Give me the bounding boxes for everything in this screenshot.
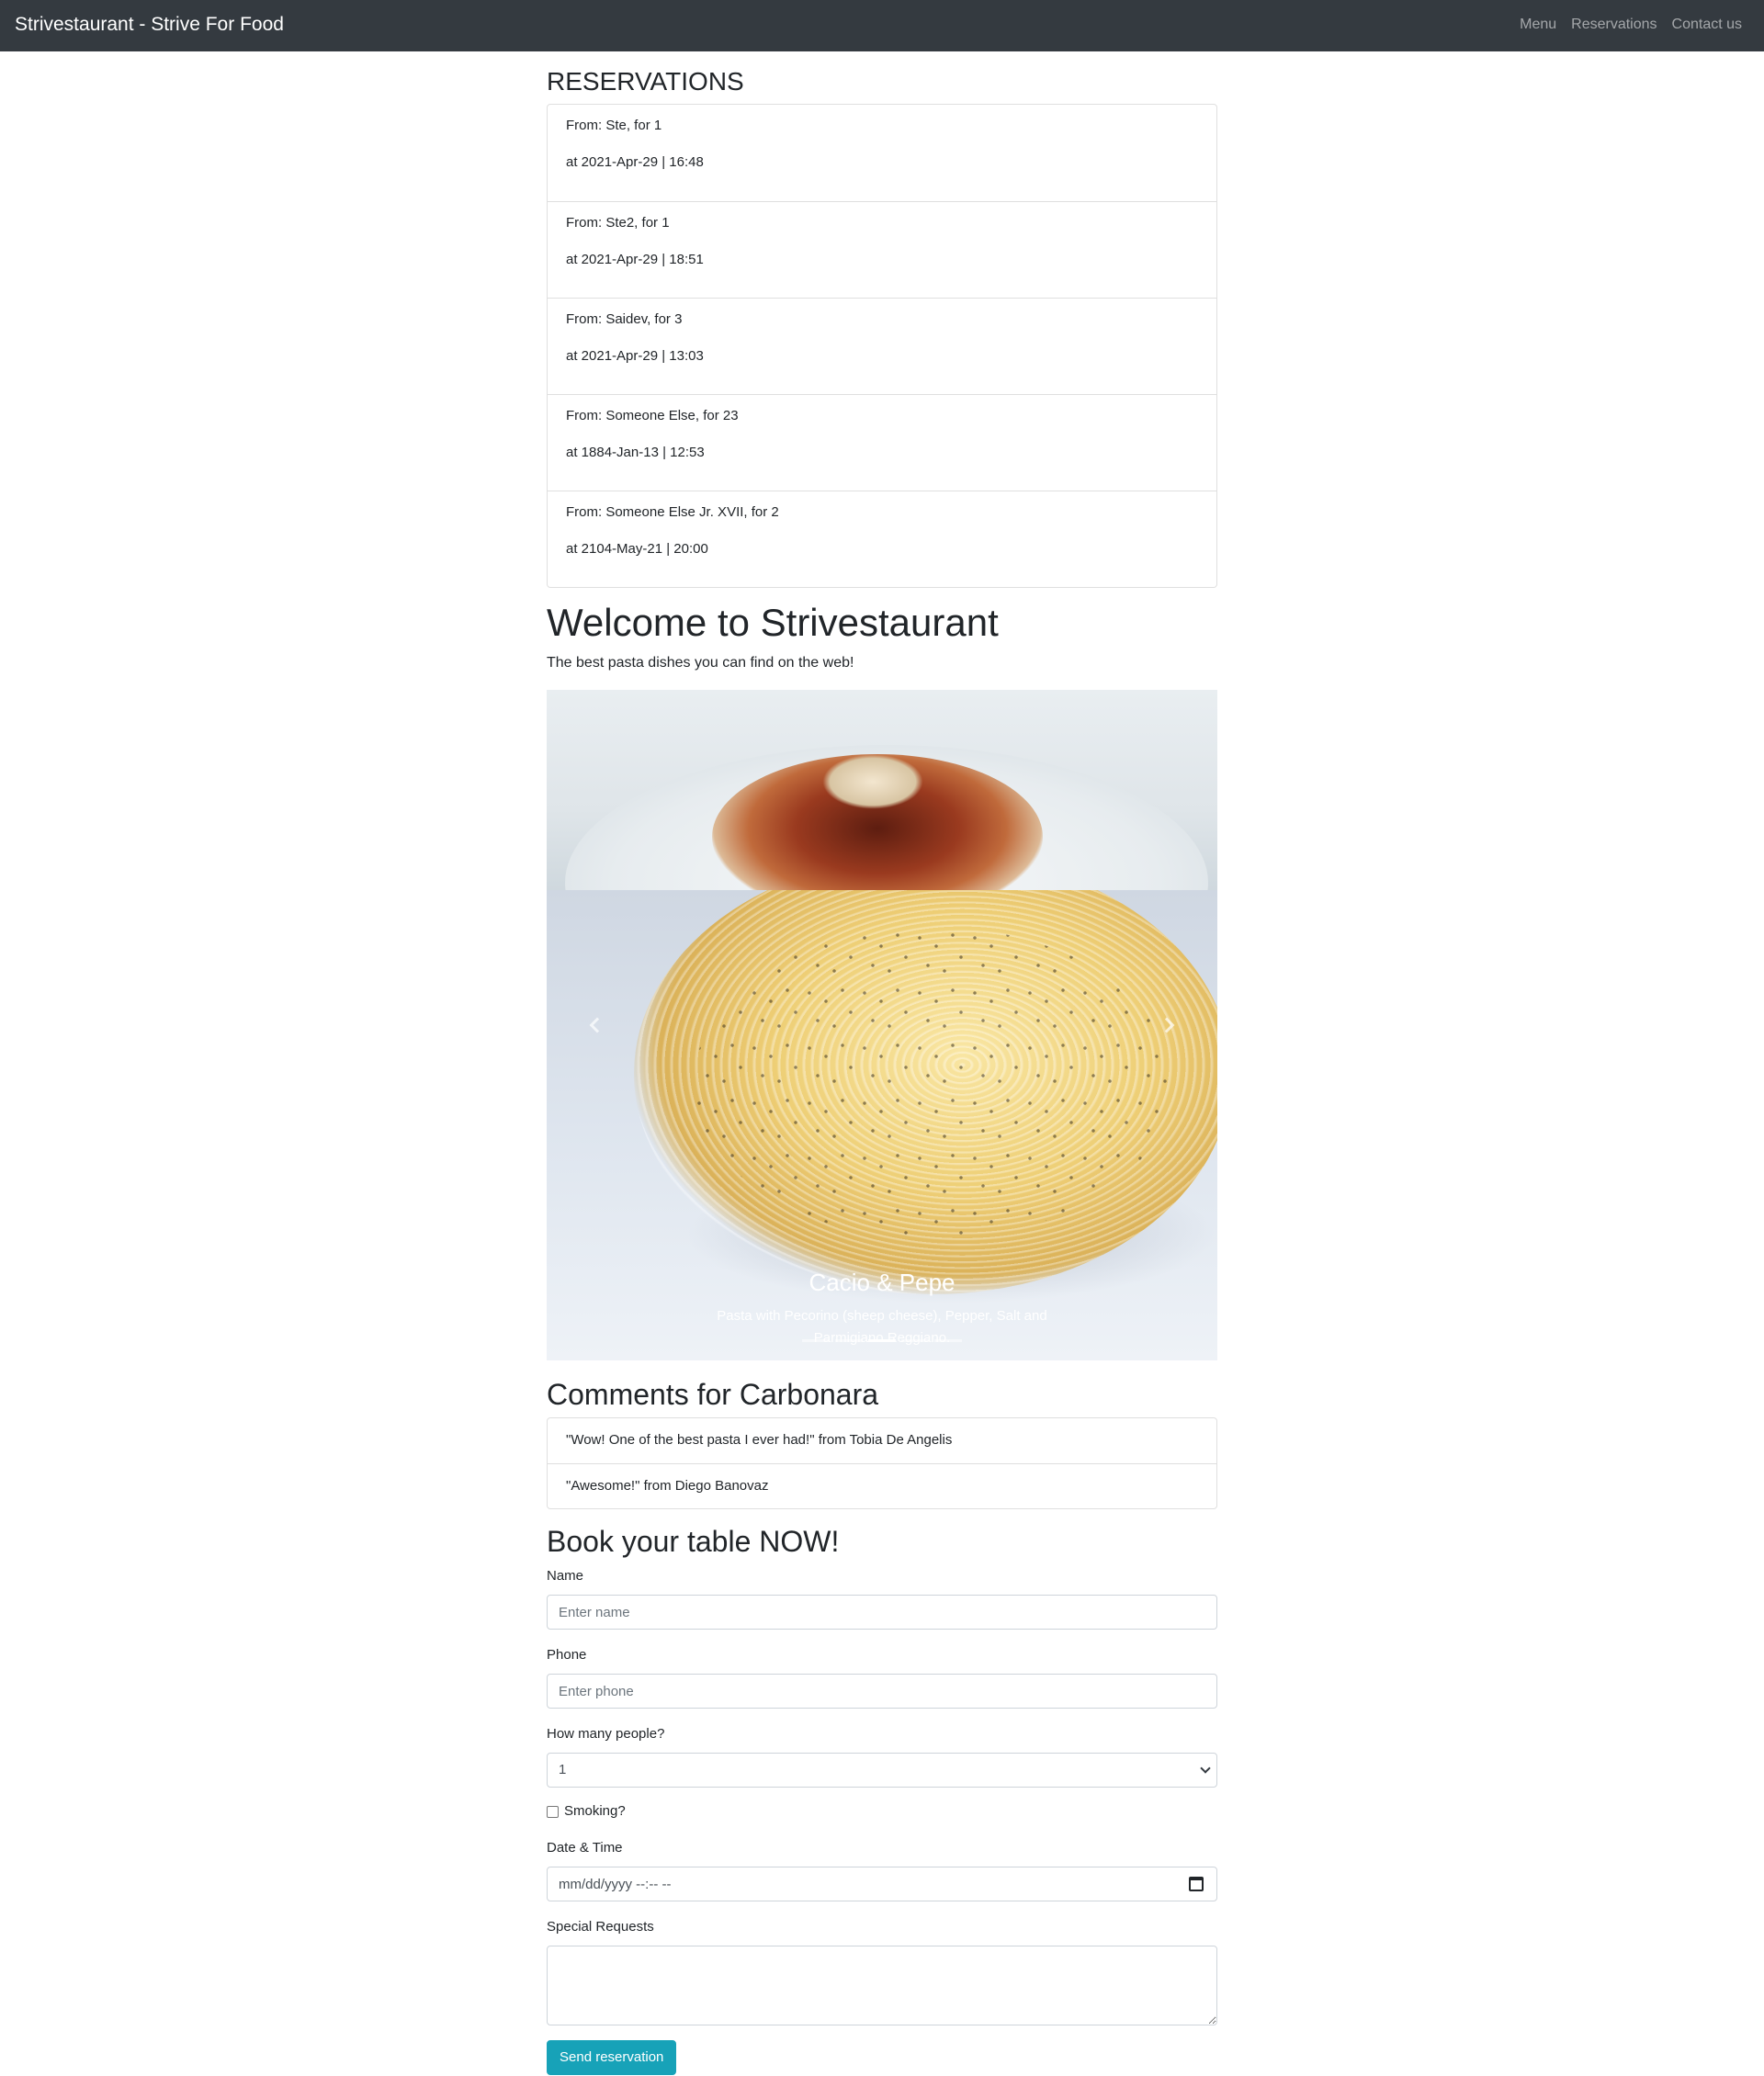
comment-item: "Wow! One of the best pasta I ever had!"… [548, 1418, 1216, 1463]
reservation-item: From: Someone Else Jr. XVII, for 2 at 21… [548, 491, 1216, 587]
reservation-from: From: Someone Else Jr. XVII, for 2 [566, 504, 779, 520]
caption-title: Cacio & Pepe [808, 1269, 956, 1296]
comment-item: "Awesome!" from Diego Banovaz [548, 1463, 1216, 1508]
chevron-left-icon [589, 1017, 605, 1033]
reservation-item: From: Someone Else, for 23 at 1884-Jan-1… [548, 394, 1216, 491]
navbar-brand[interactable]: Strivestaurant - Strive For Food [15, 14, 284, 36]
carousel-prev-button[interactable] [547, 690, 648, 1360]
reservation-from: From: Someone Else, for 23 [566, 408, 739, 423]
reservation-item: From: Ste2, for 1 at 2021-Apr-29 | 18:51 [548, 201, 1216, 298]
reservation-item: From: Saidev, for 3 at 2021-Apr-29 | 13:… [548, 298, 1216, 394]
nav-link-menu[interactable]: Menu [1520, 17, 1556, 33]
people-select[interactable]: 1 [547, 1753, 1217, 1788]
navbar: Strivestaurant - Strive For Food Menu Re… [0, 0, 1764, 51]
carousel-indicators [547, 1339, 1217, 1342]
phone-input[interactable] [547, 1674, 1217, 1709]
pepper-flecks [694, 927, 1171, 1239]
reservation-item: From: Ste, for 1 at 2021-Apr-29 | 16:48 [548, 105, 1216, 201]
chevron-right-icon [1159, 1017, 1175, 1033]
comments-heading: Comments for Carbonara [547, 1378, 879, 1411]
reservations-list: From: Ste, for 1 at 2021-Apr-29 | 16:48 … [547, 104, 1217, 588]
send-reservation-button[interactable]: Send reservation [547, 2040, 677, 2075]
carousel-indicator[interactable] [835, 1339, 863, 1342]
reservation-datetime: at 1884-Jan-13 | 12:53 [566, 445, 705, 460]
dish-carousel: Cacio & Pepe Pasta with Pecorino (sheep … [547, 690, 1217, 1360]
name-input[interactable] [547, 1595, 1217, 1630]
chevron-down-icon [1200, 1763, 1211, 1774]
datetime-input[interactable]: mm/dd/yyyy --:-- -- [547, 1867, 1217, 1901]
comment-text: "Awesome!" from Diego Banovaz [566, 1478, 769, 1494]
requests-label: Special Requests [547, 1919, 654, 1935]
reservation-datetime: at 2021-Apr-29 | 13:03 [566, 348, 704, 364]
reservations-heading: RESERVATIONS [547, 67, 744, 96]
reservation-from: From: Ste, for 1 [566, 118, 662, 133]
reservation-from: From: Ste2, for 1 [566, 215, 670, 231]
people-select-value: 1 [559, 1762, 567, 1777]
reservation-datetime: at 2021-Apr-29 | 16:48 [566, 154, 704, 170]
carousel-indicator[interactable] [934, 1339, 962, 1342]
reservation-datetime: at 2021-Apr-29 | 18:51 [566, 252, 704, 267]
booking-heading: Book your table NOW! [547, 1525, 840, 1558]
cheese-image [822, 754, 923, 809]
welcome-tagline: The best pasta dishes you can find on th… [547, 655, 854, 671]
comment-text: "Wow! One of the best pasta I ever had!"… [566, 1432, 953, 1448]
nav-link-contact-us[interactable]: Contact us [1672, 17, 1742, 33]
comments-list: "Wow! One of the best pasta I ever had!"… [547, 1417, 1217, 1509]
carousel-indicator[interactable] [901, 1339, 929, 1342]
reservation-datetime: at 2104-May-21 | 20:00 [566, 541, 708, 557]
smoking-checkbox[interactable] [547, 1806, 559, 1818]
nav-link-reservations[interactable]: Reservations [1571, 17, 1657, 33]
name-label: Name [547, 1568, 584, 1584]
reservation-from: From: Saidev, for 3 [566, 311, 683, 327]
caption-text: Pasta with Pecorino (sheep cheese), Pepp… [717, 1308, 1047, 1346]
people-label: How many people? [547, 1726, 665, 1742]
special-requests-textarea[interactable] [547, 1946, 1217, 2025]
carousel-indicator[interactable] [802, 1339, 830, 1342]
nav-links: Menu Reservations Contact us [1520, 17, 1742, 33]
datetime-label: Date & Time [547, 1840, 623, 1856]
smoking-label[interactable]: Smoking? [564, 1803, 626, 1819]
carousel-indicator-active[interactable] [868, 1339, 896, 1342]
calendar-icon[interactable] [1189, 1877, 1204, 1891]
carousel-next-button[interactable] [1116, 690, 1217, 1360]
phone-label: Phone [547, 1647, 587, 1663]
datetime-placeholder: mm/dd/yyyy --:-- -- [559, 1876, 672, 1892]
welcome-title: Welcome to Strivestaurant [547, 601, 999, 644]
